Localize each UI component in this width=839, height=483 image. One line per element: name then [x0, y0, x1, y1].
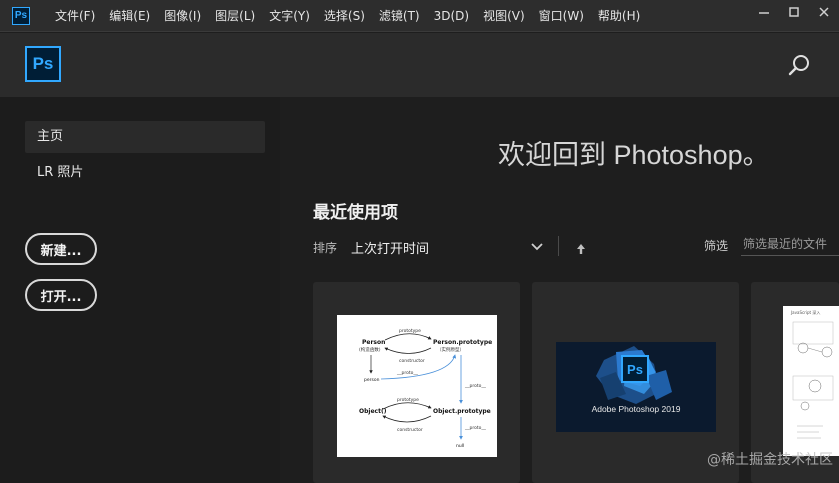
sidebar: 主页 LR 照片 新建... 打开...	[0, 97, 280, 483]
window-controls	[749, 0, 839, 24]
welcome-title: 欢迎回到 Photoshop。	[498, 140, 770, 170]
recent-file-card[interactable]: Person (构造函数) Person.prototype （实例原型） pr…	[313, 282, 520, 483]
menu-type[interactable]: 文字(Y)	[262, 0, 317, 32]
chevron-down-icon[interactable]	[530, 238, 544, 252]
diagram-text: constructor	[397, 427, 423, 433]
menu-image[interactable]: 图像(I)	[157, 0, 208, 32]
diagram-text: Object.prototype	[433, 408, 491, 415]
diagram-text: Object()	[359, 408, 387, 415]
divider	[558, 236, 559, 256]
file-thumbnail: Person (构造函数) Person.prototype （实例原型） pr…	[337, 315, 497, 457]
diagram-text: Person	[362, 339, 385, 346]
sort-label: 排序	[313, 241, 338, 255]
photoshop-logo: Ps	[25, 46, 61, 82]
diagram-text: prototype	[399, 328, 421, 334]
photoshop-app-icon[interactable]: Ps	[12, 6, 30, 25]
menu-layer[interactable]: 图层(L)	[208, 0, 262, 32]
sort-ascending-icon[interactable]	[576, 240, 586, 254]
close-icon[interactable]	[809, 0, 839, 24]
maximize-icon[interactable]	[779, 0, 809, 24]
menu-window[interactable]: 窗口(W)	[532, 0, 591, 32]
search-icon[interactable]	[787, 53, 811, 77]
diagram-text: constructor	[399, 358, 425, 364]
menu-help[interactable]: 帮助(H)	[591, 0, 647, 32]
home-header: Ps	[0, 33, 839, 97]
filter-label: 筛选	[704, 239, 729, 253]
recent-section-title: 最近使用项	[313, 203, 398, 223]
diagram-text: __proto__	[464, 383, 487, 389]
menu-select[interactable]: 选择(S)	[317, 0, 372, 32]
diagram-text: Person.prototype	[433, 339, 492, 346]
minimize-icon[interactable]	[749, 0, 779, 24]
menu-view[interactable]: 视图(V)	[476, 0, 532, 32]
sidebar-item-home[interactable]: 主页	[25, 121, 265, 153]
new-button[interactable]: 新建...	[25, 233, 97, 265]
diagram-text: __proto__	[396, 370, 419, 376]
file-thumbnail: JavaScript 深入	[783, 306, 839, 456]
menu-3d[interactable]: 3D(D)	[427, 0, 476, 32]
splash-title: Adobe Photoshop 2019	[591, 404, 681, 414]
main-content: 欢迎回到 Photoshop。 最近使用项 排序 上次打开时间 筛选 Perso…	[280, 97, 839, 483]
diagram-text: person	[364, 377, 380, 383]
menu-file[interactable]: 文件(F)	[48, 0, 102, 32]
diagram-text: （实例原型）	[437, 346, 464, 353]
watermark: @稀土掘金技术社区	[707, 452, 833, 468]
diagram-text: (构造函数)	[359, 346, 381, 353]
menu-bar: Ps 文件(F) 编辑(E) 图像(I) 图层(L) 文字(Y) 选择(S) 滤…	[0, 0, 839, 32]
diagram-text: prototype	[397, 397, 419, 403]
menu-filter[interactable]: 滤镜(T)	[372, 0, 427, 32]
menu-edit[interactable]: 编辑(E)	[102, 0, 157, 32]
diagram-text: null	[456, 443, 464, 449]
sidebar-item-lr-photos[interactable]: LR 照片	[25, 157, 265, 189]
sort-dropdown[interactable]: 上次打开时间	[351, 238, 429, 257]
photoshop-logo: Ps	[621, 355, 649, 383]
file-thumbnail: Ps Adobe Photoshop 2019	[556, 342, 716, 432]
diagram-text: __proto__	[464, 425, 487, 431]
filter-input[interactable]	[741, 232, 839, 256]
open-button[interactable]: 打开...	[25, 279, 97, 311]
